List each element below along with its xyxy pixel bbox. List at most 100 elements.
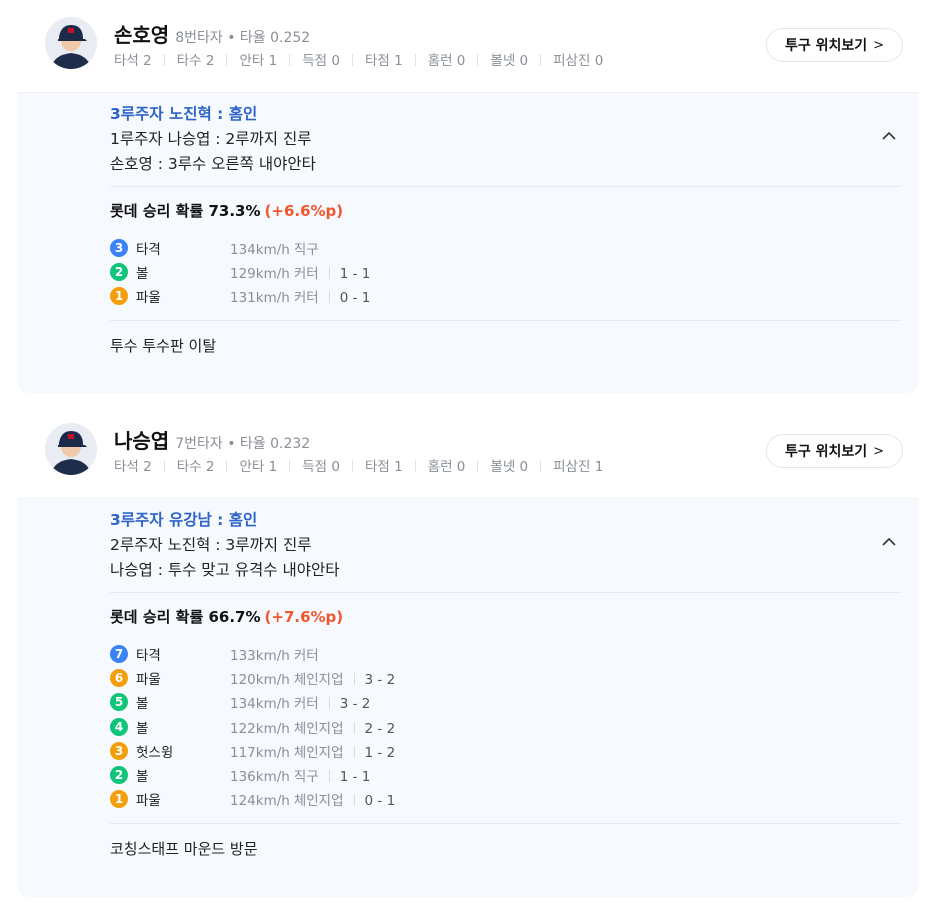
stat-divider bbox=[477, 54, 479, 66]
pitch-location-button-label: 투구 위치보기 bbox=[784, 38, 868, 54]
win-probability-delta: (+7.6%p) bbox=[264, 608, 344, 626]
pitch-type: 직구 bbox=[293, 768, 319, 785]
count-divider bbox=[353, 745, 355, 758]
stat-divider bbox=[289, 460, 291, 472]
chevron-right-icon: > bbox=[873, 443, 884, 459]
play-detail: 3루주자 유강남 : 홈인 2루주자 노진혁 : 3루까지 진루 나승엽 : 투… bbox=[17, 499, 919, 897]
play-note: 투수 투수판 이탈 bbox=[110, 337, 217, 355]
pitch-info: 134km/h 커터 3 - 2 bbox=[230, 692, 370, 712]
pitch-type: 체인지업 bbox=[293, 672, 344, 689]
stat-runs: 득점 0 bbox=[302, 459, 340, 475]
stat-divider bbox=[414, 54, 416, 66]
pitch-number-badge: 1 bbox=[110, 287, 128, 306]
pitch-speed: 136km/h bbox=[230, 768, 290, 785]
pitch-number-badge: 6 bbox=[110, 669, 128, 688]
chevron-up-icon[interactable] bbox=[879, 533, 899, 553]
pitch-count: 3 - 2 bbox=[339, 696, 371, 713]
stat-divider bbox=[351, 460, 353, 472]
pitch-result: 파울 bbox=[136, 793, 161, 810]
player-header: 나승엽 7번타자 • 타율 0.232 타석 2 타수 2 안타 1 득점 0 타점 1 홈… bbox=[17, 406, 919, 499]
event-line: 손호영 : 3루수 오른쪽 내야안타 bbox=[110, 155, 316, 173]
batting-order-avg: 7번타자 • 타율 0.232 bbox=[175, 436, 311, 452]
stat-divider bbox=[163, 460, 165, 472]
pitch-count: 3 - 2 bbox=[364, 672, 396, 689]
pitch-result: 타격 bbox=[136, 242, 161, 258]
stat-runs: 득점 0 bbox=[302, 53, 340, 69]
stat-hr: 홈런 0 bbox=[427, 53, 466, 69]
stat-pa: 타석 2 bbox=[114, 459, 152, 475]
pitch-result: 볼 bbox=[136, 696, 149, 713]
count-divider bbox=[328, 291, 330, 304]
pitch-count: 1 - 1 bbox=[339, 266, 371, 283]
pitch-speed: 122km/h bbox=[230, 720, 290, 737]
pitch-result: 타격 bbox=[136, 648, 161, 664]
pitch-number-badge: 4 bbox=[110, 717, 128, 736]
pitch-info: 122km/h 체인지업 2 - 2 bbox=[230, 717, 395, 737]
pitch-speed: 133km/h bbox=[230, 648, 290, 664]
win-probability: 롯데 승리 확률 66.7% (+7.6%p) bbox=[110, 606, 343, 627]
pitch-speed: 131km/h bbox=[230, 290, 290, 307]
player-name: 손호영 8번타자 • 타율 0.252 bbox=[114, 19, 310, 48]
stat-bb: 볼넷 0 bbox=[490, 459, 529, 475]
chevron-right-icon: > bbox=[873, 37, 884, 53]
divider bbox=[110, 320, 901, 321]
stat-ab: 타수 2 bbox=[176, 53, 215, 69]
pitch-info: 134km/h 직구 bbox=[230, 238, 319, 258]
pitch-number-badge: 2 bbox=[110, 263, 128, 282]
batting-order-avg: 8번타자 • 타율 0.252 bbox=[175, 30, 311, 46]
pitch-type: 직구 bbox=[293, 242, 319, 258]
pitch-info: 136km/h 직구 1 - 1 bbox=[230, 765, 370, 785]
pitch-result: 볼 bbox=[136, 768, 149, 785]
pitch-speed: 117km/h bbox=[230, 744, 290, 761]
stat-so: 피삼진 1 bbox=[553, 459, 604, 475]
pitch-location-button-label: 투구 위치보기 bbox=[784, 444, 868, 460]
pitch-speed: 134km/h bbox=[230, 696, 290, 713]
pitch-location-button[interactable]: 투구 위치보기 > bbox=[765, 434, 903, 468]
count-divider bbox=[328, 697, 330, 710]
pitch-count: 1 - 1 bbox=[339, 768, 371, 785]
pitch-type: 체인지업 bbox=[293, 744, 344, 761]
player-name-text: 나승엽 bbox=[114, 429, 170, 453]
stat-ab: 타수 2 bbox=[176, 459, 215, 475]
count-divider bbox=[353, 721, 355, 734]
pitch-speed: 134km/h bbox=[230, 242, 290, 258]
pitch-info: 120km/h 체인지업 3 - 2 bbox=[230, 668, 395, 688]
pitch-type: 커터 bbox=[293, 290, 319, 307]
pitch-number-badge: 5 bbox=[110, 693, 128, 712]
pitch-result: 볼 bbox=[136, 266, 149, 283]
player-header: 손호영 8번타자 • 타율 0.252 타석 2 타수 2 안타 1 득점 0 타점 1 홈… bbox=[17, 0, 919, 93]
stat-divider bbox=[477, 460, 479, 472]
win-probability-label: 롯데 승리 확률 73.3% bbox=[110, 202, 261, 220]
stat-divider bbox=[414, 460, 416, 472]
pitch-number-badge: 7 bbox=[110, 645, 128, 663]
stat-so: 피삼진 0 bbox=[553, 53, 604, 69]
pitch-info: 129km/h 커터 1 - 1 bbox=[230, 262, 370, 282]
count-divider bbox=[328, 267, 330, 280]
pitch-speed: 124km/h bbox=[230, 793, 290, 810]
stat-hits: 안타 1 bbox=[239, 53, 278, 69]
player-avatar bbox=[45, 423, 97, 475]
pitch-type: 커터 bbox=[293, 266, 319, 283]
pitch-count: 0 - 1 bbox=[364, 793, 396, 810]
count-divider bbox=[353, 673, 355, 686]
stat-divider bbox=[226, 54, 228, 66]
stat-divider bbox=[540, 460, 542, 472]
win-probability-label: 롯데 승리 확률 66.7% bbox=[110, 608, 261, 626]
pitch-speed: 120km/h bbox=[230, 672, 290, 689]
stat-bb: 볼넷 0 bbox=[490, 53, 529, 69]
stat-hr: 홈런 0 bbox=[427, 459, 466, 475]
player-stat-line: 타석 2 타수 2 안타 1 득점 0 타점 1 홈런 0 볼넷 0 피삼진 1 bbox=[114, 455, 603, 475]
chevron-up-icon[interactable] bbox=[879, 127, 899, 147]
play-note: 코칭스태프 마운드 방문 bbox=[110, 840, 258, 858]
play-card: 손호영 8번타자 • 타율 0.252 타석 2 타수 2 안타 1 득점 0 타점 1 홈… bbox=[17, 0, 919, 393]
pitch-location-button[interactable]: 투구 위치보기 > bbox=[765, 28, 903, 62]
pitch-result: 파울 bbox=[136, 672, 161, 689]
stat-rbi: 타점 1 bbox=[364, 459, 403, 475]
win-probability-delta: (+6.6%p) bbox=[264, 202, 344, 220]
pitch-info: 131km/h 커터 0 - 1 bbox=[230, 286, 370, 306]
event-line: 나승엽 : 투수 맞고 유격수 내야안타 bbox=[110, 561, 340, 579]
pitch-type: 커터 bbox=[293, 648, 319, 664]
pitch-count: 2 - 2 bbox=[364, 720, 396, 737]
stat-divider bbox=[163, 54, 165, 66]
pitch-result: 헛스윙 bbox=[136, 744, 174, 761]
